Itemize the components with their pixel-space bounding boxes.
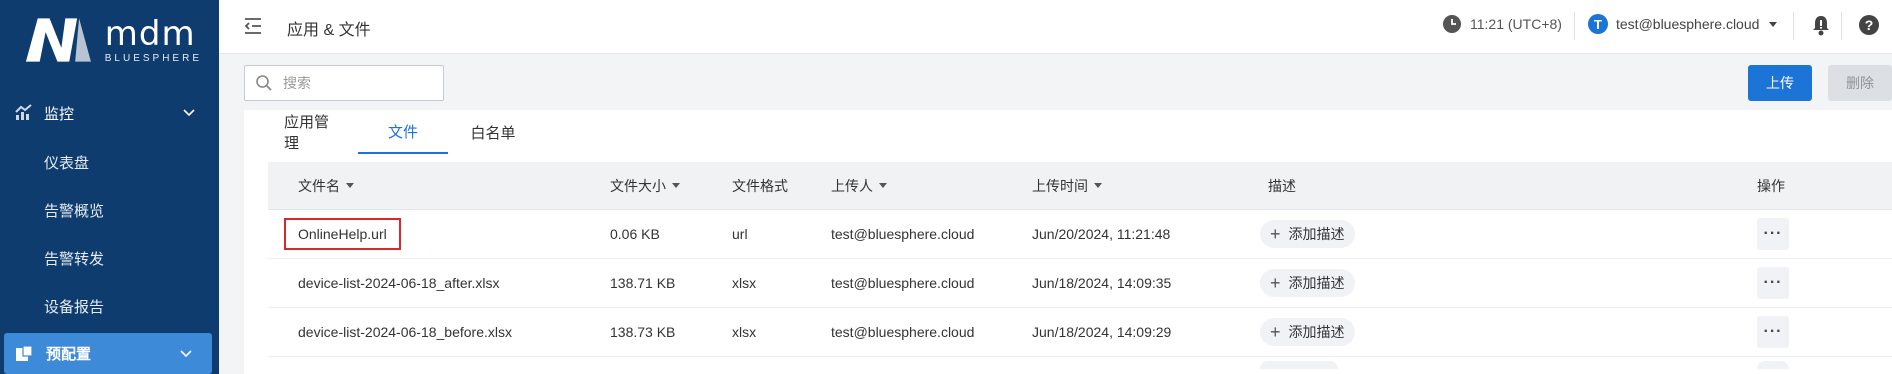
sidebar-item-dashboard[interactable]: 仪表盘 [0,138,219,186]
sort-caret-icon [346,183,354,188]
plus-icon: + [1270,273,1281,293]
row-actions: ··· [1757,316,1789,348]
table-row[interactable]: device-list-2024-06-18_before.xlsx 138.7… [268,308,1892,357]
file-size-cell: 0.06 KB [610,226,660,242]
upload-time-cell: Jun/20/2024, 11:21:48 [1032,226,1171,242]
clock-icon [1443,15,1461,33]
sidebar-nav: 监控 仪表盘 告警概览 告警转发 设备报告 [0,88,219,330]
sidebar-item-alert-forward[interactable]: 告警转发 [0,234,219,282]
sidebar: mdm BLUESPHERE 监控 仪表盘 告警概览 告警转发 设备报告 预配置 [0,0,219,374]
file-format-cell: url [732,226,748,242]
file-format-cell: xlsx [732,324,757,340]
uploader-cell: test@bluesphere.cloud [831,275,975,291]
avatar: T [1588,14,1608,34]
sort-caret-icon [1094,183,1102,188]
sort-caret-icon [672,183,680,188]
search-input[interactable] [283,75,433,91]
search-icon [256,75,272,91]
logo-mark-icon [25,18,91,62]
sidebar-item-alert-overview[interactable]: 告警概览 [0,186,219,234]
table-header: 文件名 文件大小 文件格式 上传人 上传时间 描述 操作 [268,162,1892,210]
sidebar-item-device-report[interactable]: 设备报告 [0,282,219,330]
col-desc-header: 描述 [1268,177,1296,194]
file-size-cell: 138.73 KB [610,324,676,340]
files-card: 应用管理 文件 白名单 文件名 文件大小 文件格式 上传人 上传时间 描述 操作… [244,110,1892,374]
collapse-menu-icon[interactable] [241,14,265,38]
tab-files[interactable]: 文件 [358,110,448,154]
plus-icon: + [1270,322,1281,342]
tab-app-management[interactable]: 应用管理 [268,110,358,154]
table-row-partial [268,357,1892,369]
sort-caret-icon [879,183,887,188]
tab-bar: 应用管理 文件 白名单 [268,110,538,154]
more-options-button[interactable]: ··· [1757,218,1789,250]
partial-more-button [1757,361,1789,369]
col-size-header[interactable]: 文件大小 [610,176,680,196]
add-description-button[interactable]: + 添加描述 [1260,220,1355,248]
user-email: test@bluesphere.cloud [1616,16,1760,32]
header-divider [1793,12,1794,40]
header-divider [1574,12,1575,40]
timezone-clock: 11:21 (UTC+8) [1442,14,1562,34]
logo-text: mdm BLUESPHERE [105,17,202,64]
files-table: 文件名 文件大小 文件格式 上传人 上传时间 描述 操作 OnlineHelp.… [268,162,1892,369]
col-time-header[interactable]: 上传时间 [1032,176,1102,196]
page-title: 应用 & 文件 [287,22,371,39]
col-action-header: 操作 [1757,177,1785,194]
chevron-down-icon [180,350,192,358]
file-name-cell[interactable]: device-list-2024-06-18_after.xlsx [298,275,500,291]
brand-logo[interactable]: mdm BLUESPHERE [22,12,202,68]
header-divider [1841,12,1842,40]
file-name-highlighted[interactable]: OnlineHelp.url [284,218,401,250]
uploader-cell: test@bluesphere.cloud [831,226,975,242]
chevron-down-icon [183,109,195,117]
add-description-label: 添加描述 [1288,226,1345,242]
row-actions: ··· [1757,218,1789,250]
upload-time-cell: Jun/18/2024, 14:09:29 [1032,324,1172,340]
uploader-cell: test@bluesphere.cloud [831,324,975,340]
col-time-label: 上传时间 [1032,177,1088,194]
brand-name: mdm [104,13,196,54]
col-uploader-label: 上传人 [831,177,873,194]
col-size-label: 文件大小 [610,177,666,194]
row-actions: ··· [1757,267,1789,299]
sidebar-group-monitor-label: 监控 [44,105,75,123]
current-time: 11:21 (UTC+8) [1470,16,1562,32]
sidebar-group-preconfig[interactable]: 预配置 [4,333,212,374]
monitor-chart-icon [15,104,32,120]
file-size-cell: 138.71 KB [610,275,676,291]
file-name-cell[interactable]: device-list-2024-06-18_before.xlsx [298,324,512,340]
bell-icon[interactable] [1811,14,1831,36]
upload-time-cell: Jun/18/2024, 14:09:35 [1032,275,1172,291]
file-name-cell[interactable]: OnlineHelp.url [284,218,401,250]
more-options-button[interactable]: ··· [1757,267,1789,299]
col-name-label: 文件名 [298,177,340,194]
add-description-label: 添加描述 [1288,275,1345,291]
table-row[interactable]: device-list-2024-06-18_after.xlsx 138.71… [268,259,1892,308]
partial-add-description [1260,361,1338,369]
brand-sub: BLUESPHERE [104,52,202,64]
preconfig-icon [16,344,33,361]
tab-whitelist[interactable]: 白名单 [448,110,538,154]
add-description-button[interactable]: + 添加描述 [1260,269,1355,297]
sidebar-group-monitor[interactable]: 监控 [0,88,219,138]
col-format-header: 文件格式 [732,177,788,194]
delete-button[interactable]: 删除 [1828,65,1892,101]
caret-down-icon [1769,22,1778,27]
file-format-cell: xlsx [732,275,757,291]
add-description-button[interactable]: + 添加描述 [1260,318,1355,346]
help-icon[interactable]: ? [1859,15,1879,35]
col-uploader-header[interactable]: 上传人 [831,176,887,196]
add-description-label: 添加描述 [1288,324,1345,340]
sidebar-group-preconfig-label: 预配置 [46,346,92,363]
top-header: 应用 & 文件 11:21 (UTC+8) T test@bluesphere.… [219,0,1892,54]
search-box[interactable] [244,65,444,101]
user-menu[interactable]: T test@bluesphere.cloud [1588,14,1779,34]
upload-button[interactable]: 上传 [1748,65,1812,101]
plus-icon: + [1270,224,1281,244]
col-name-header[interactable]: 文件名 [298,176,354,196]
more-options-button[interactable]: ··· [1757,316,1789,348]
table-row[interactable]: OnlineHelp.url 0.06 KB url test@bluesphe… [268,210,1892,259]
